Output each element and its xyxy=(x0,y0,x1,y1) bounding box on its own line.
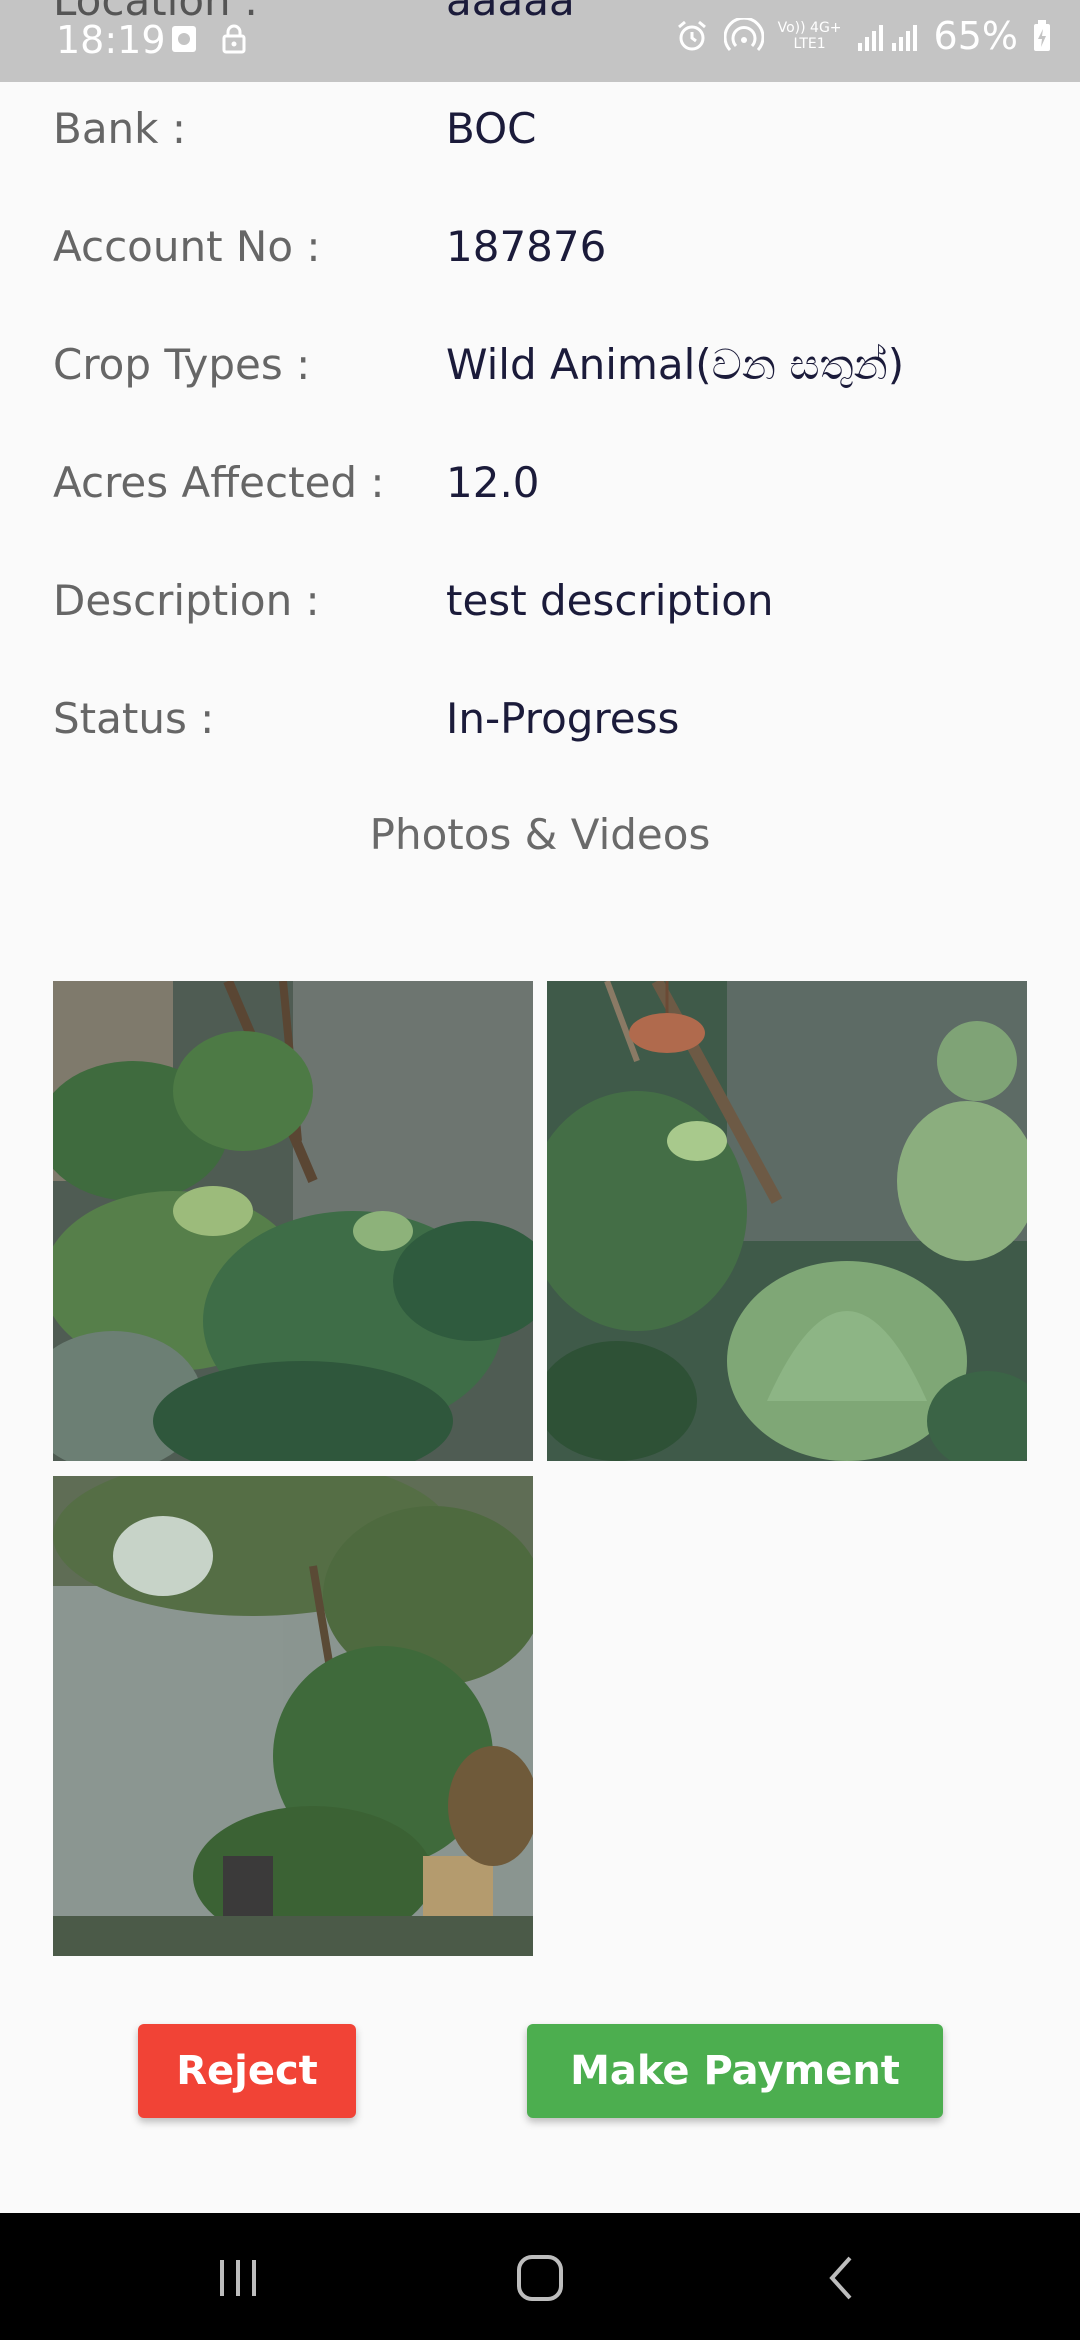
crop-label: Crop Types : xyxy=(53,340,311,389)
account-value: 187876 xyxy=(446,222,607,271)
garden-photo-1 xyxy=(53,981,533,1461)
back-icon xyxy=(829,2256,852,2300)
acres-label: Acres Affected : xyxy=(53,458,385,507)
detail-row-status: Status : In-Progress xyxy=(0,694,1080,754)
crop-value: Wild Animal(වන සතුන්) xyxy=(446,340,905,389)
bank-label: Bank : xyxy=(53,104,186,153)
detail-row-bank: Bank : BOC xyxy=(0,104,1080,164)
photo-thumbnail-3[interactable] xyxy=(53,1476,533,1956)
detail-row-acres: Acres Affected : 12.0 xyxy=(0,458,1080,518)
detail-row-account: Account No : 187876 xyxy=(0,222,1080,282)
navigation-bar xyxy=(0,2213,1080,2340)
location-label: Location : xyxy=(53,0,259,25)
make-payment-button[interactable]: Make Payment xyxy=(527,2024,943,2118)
location-value: aaaaa xyxy=(446,0,575,25)
home-icon xyxy=(517,2255,563,2301)
recent-apps-icon xyxy=(220,2260,256,2296)
acres-value: 12.0 xyxy=(446,458,540,507)
status-label: Status : xyxy=(53,694,215,743)
bank-value: BOC xyxy=(446,104,537,153)
detail-row-description: Description : test description xyxy=(0,576,1080,636)
description-value: test description xyxy=(446,576,774,625)
network-line-2: LTE1 xyxy=(793,36,826,52)
photo-thumbnail-1[interactable] xyxy=(53,981,533,1461)
recent-apps-button[interactable] xyxy=(198,2243,278,2313)
description-label: Description : xyxy=(53,576,320,625)
reject-button[interactable]: Reject xyxy=(138,2024,356,2118)
detail-row-crop: Crop Types : Wild Animal(වන සතුන්) xyxy=(0,340,1080,400)
detail-row-location: Location : aaaaa xyxy=(0,0,1080,36)
garden-photo-3 xyxy=(53,1476,533,1956)
garden-photo-2 xyxy=(547,981,1027,1461)
status-value: In-Progress xyxy=(446,694,680,743)
account-label: Account No : xyxy=(53,222,321,271)
photo-thumbnail-2[interactable] xyxy=(547,981,1027,1461)
back-button[interactable] xyxy=(802,2243,882,2313)
home-button[interactable] xyxy=(500,2243,580,2313)
photos-section-title: Photos & Videos xyxy=(369,810,711,859)
